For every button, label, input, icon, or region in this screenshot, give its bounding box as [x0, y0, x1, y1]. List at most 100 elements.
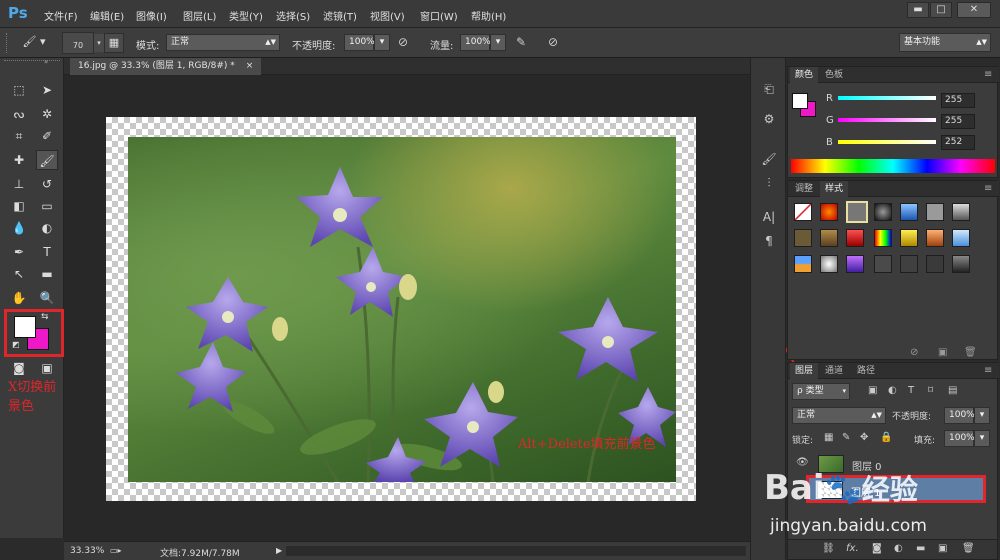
style-swatch[interactable] — [952, 203, 970, 221]
filter-smart-object-icon[interactable]: ▤ — [948, 385, 957, 396]
menu-select[interactable]: 选择(S) — [276, 8, 310, 23]
style-swatch[interactable] — [794, 255, 812, 273]
style-swatch[interactable] — [874, 229, 892, 247]
style-swatch[interactable] — [794, 229, 812, 247]
document-tab[interactable]: 16.jpg @ 33.3% (图层 1, RGB/8#) * × — [70, 58, 262, 75]
style-swatch[interactable] — [874, 203, 892, 221]
visibility-eye-icon[interactable]: 👁 — [796, 457, 809, 468]
style-swatch[interactable] — [926, 229, 944, 247]
share-icon[interactable]: ▭▸ — [110, 546, 122, 555]
pressure-opacity-icon[interactable]: ⊘ — [398, 35, 418, 51]
style-swatch[interactable] — [900, 229, 918, 247]
mode-select[interactable]: 正常 ▲▼ — [166, 34, 280, 51]
menu-help[interactable]: 帮助(H) — [471, 8, 506, 23]
menu-window[interactable]: 窗口(W) — [420, 8, 458, 23]
chevron-down-icon[interactable]: ▾ — [974, 407, 990, 424]
delete-style-icon[interactable]: 🗑 — [964, 347, 977, 358]
style-none-swatch[interactable] — [794, 203, 812, 221]
status-menu-arrow-icon[interactable]: ▶ — [276, 546, 282, 555]
hand-tool-icon[interactable]: ✋ — [8, 288, 30, 308]
menu-layer[interactable]: 图层(L) — [183, 8, 216, 23]
gradient-tool-icon[interactable]: ▭ — [36, 196, 58, 216]
style-swatch[interactable] — [952, 229, 970, 247]
quick-mask-icon[interactable]: ◙ — [8, 358, 30, 378]
color-panel-foreground-swatch[interactable] — [792, 93, 808, 109]
zoom-level[interactable]: 33.33% — [70, 546, 104, 556]
style-swatch[interactable] — [846, 229, 864, 247]
lock-pixels-icon[interactable]: ✎ — [842, 432, 850, 443]
character-panel-icon[interactable]: A| — [757, 206, 781, 228]
style-swatch[interactable] — [952, 255, 970, 273]
brush-tool-preset-icon[interactable]: 🖌 ▾ — [16, 33, 52, 53]
filter-adjustment-icon[interactable]: ◐ — [888, 385, 897, 396]
style-swatch[interactable] — [846, 255, 864, 273]
channel-b-slider[interactable] — [838, 140, 936, 144]
menu-view[interactable]: 视图(V) — [370, 8, 405, 23]
foreground-color-swatch[interactable] — [14, 316, 36, 338]
screen-mode-icon[interactable]: ▣ — [36, 358, 58, 378]
lock-all-icon[interactable]: 🔒 — [880, 432, 892, 443]
minimize-button[interactable]: ▬ — [907, 2, 929, 18]
link-layers-icon[interactable]: ⛓ — [822, 543, 835, 554]
opacity-input[interactable]: 100% — [344, 34, 375, 51]
fill-input[interactable]: 100% — [944, 430, 975, 447]
canvas-area[interactable]: Alt+Delete填充前景色 — [64, 75, 862, 541]
style-swatch[interactable] — [874, 255, 892, 273]
collapse-icon[interactable]: » — [44, 58, 48, 66]
new-layer-icon[interactable]: ▣ — [938, 543, 947, 554]
brush-panel-icon[interactable]: 🖌 — [757, 148, 781, 170]
style-swatch[interactable] — [820, 255, 838, 273]
channel-r-input[interactable]: 255 — [941, 93, 975, 108]
lock-transparency-icon[interactable]: ▦ — [824, 432, 833, 443]
channel-b-input[interactable]: 252 — [941, 135, 975, 150]
tab-paths[interactable]: 路径 — [852, 363, 880, 379]
add-mask-icon[interactable]: ◙ — [872, 543, 882, 554]
style-swatch[interactable] — [900, 255, 918, 273]
layer-opacity-input[interactable]: 100% — [944, 407, 975, 424]
path-selection-tool-icon[interactable]: ↖ — [8, 264, 30, 284]
magic-wand-tool-icon[interactable]: ✲ — [36, 104, 58, 124]
tab-layers[interactable]: 图层 — [790, 363, 819, 379]
new-group-icon[interactable]: ▬ — [916, 543, 925, 554]
horizontal-scrollbar[interactable] — [286, 546, 746, 556]
channel-g-input[interactable]: 255 — [941, 114, 975, 129]
menu-file[interactable]: 文件(F) — [44, 8, 78, 23]
tab-adjustments[interactable]: 调整 — [790, 181, 818, 197]
flow-input[interactable]: 100% — [460, 34, 491, 51]
lasso-tool-icon[interactable]: ᔓ — [8, 104, 30, 124]
channel-r-slider[interactable] — [838, 96, 936, 100]
grip-handle[interactable] — [4, 60, 60, 63]
blur-tool-icon[interactable]: 💧 — [8, 218, 30, 238]
close-button[interactable]: ✕ — [957, 2, 991, 18]
tab-channels[interactable]: 通道 — [820, 363, 848, 379]
maximize-button[interactable]: □ — [930, 2, 952, 18]
tab-color[interactable]: 颜色 — [790, 67, 819, 83]
style-swatch[interactable] — [820, 203, 838, 221]
workspace-select[interactable]: 基本功能 ▲▼ — [899, 33, 991, 52]
filter-type-icon[interactable]: T — [908, 385, 914, 396]
menu-type[interactable]: 类型(Y) — [229, 8, 263, 23]
history-brush-tool-icon[interactable]: ↺ — [36, 174, 58, 194]
properties-panel-icon[interactable]: ⚙ — [757, 108, 781, 130]
airbrush-icon[interactable]: ✎ — [516, 35, 536, 51]
zoom-tool-icon[interactable]: 🔍 — [36, 288, 58, 308]
clear-style-icon[interactable]: ⊘ — [910, 347, 918, 358]
pen-tool-icon[interactable]: ✒ — [8, 242, 30, 262]
lock-position-icon[interactable]: ✥ — [860, 432, 868, 443]
close-tab-icon[interactable]: × — [246, 61, 254, 71]
tab-styles[interactable]: 样式 — [820, 181, 849, 197]
filter-pixel-icon[interactable]: ▣ — [868, 385, 877, 396]
style-swatch-selected[interactable] — [846, 201, 868, 223]
swap-colors-icon[interactable]: ⇆ — [41, 312, 49, 322]
style-swatch[interactable] — [926, 255, 944, 273]
chevron-down-icon[interactable]: ▾ — [374, 34, 390, 51]
layer-filter-select[interactable]: ρ 类型 ▾ — [792, 383, 850, 400]
history-panel-icon[interactable]: ⎗ — [757, 78, 781, 100]
eyedropper-tool-icon[interactable]: ✐ — [36, 126, 58, 146]
dodge-tool-icon[interactable]: ◐ — [36, 218, 58, 238]
color-spectrum-bar[interactable] — [791, 159, 995, 173]
style-swatch[interactable] — [820, 229, 838, 247]
eraser-tool-icon[interactable]: ◧ — [8, 196, 30, 216]
new-style-icon[interactable]: ▣ — [938, 347, 947, 358]
marquee-tool-icon[interactable]: ⬚ — [8, 80, 30, 100]
